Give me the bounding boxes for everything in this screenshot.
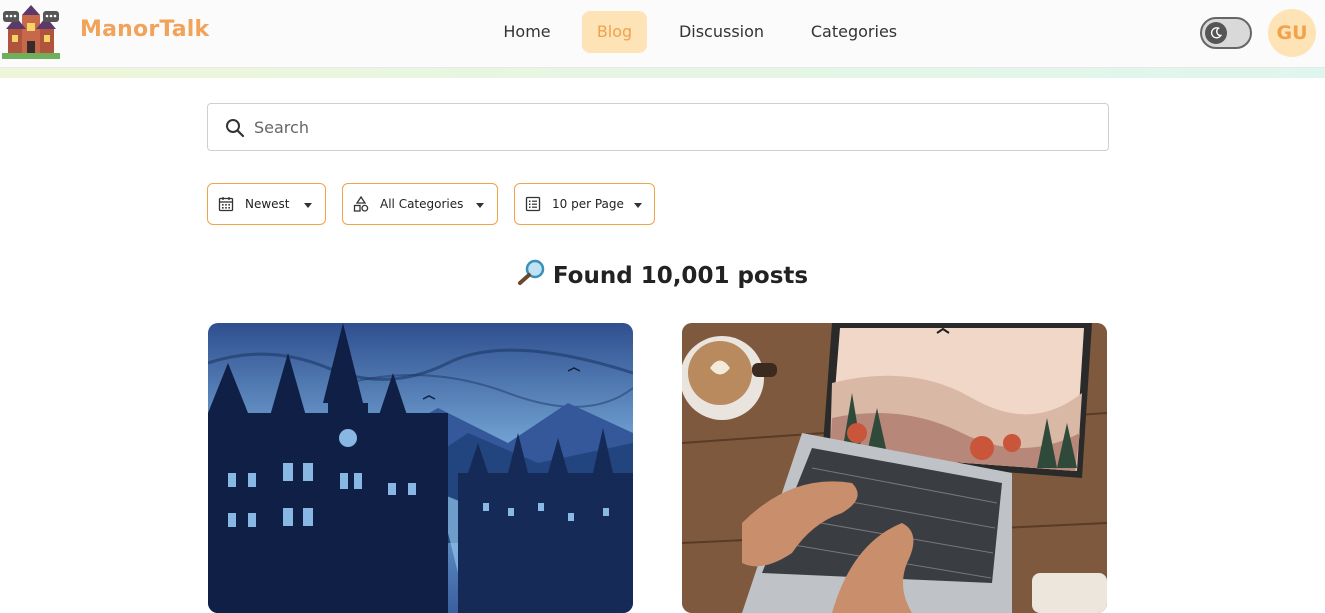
chevron-down-icon <box>634 203 642 208</box>
category-filter-dropdown[interactable]: All Categories <box>342 183 498 225</box>
nav-blog[interactable]: Blog <box>582 11 647 53</box>
top-navbar: ManorTalk Home Blog Discussion Categorie… <box>0 0 1325 68</box>
header-accent-strip <box>0 68 1325 78</box>
shapes-icon <box>353 195 369 212</box>
nav-categories[interactable]: Categories <box>800 11 908 53</box>
calendar-icon <box>218 196 234 212</box>
search-box[interactable] <box>207 103 1109 151</box>
gothic-castle-illustration <box>208 323 633 613</box>
per-page-filter-label: 10 per Page <box>552 197 624 211</box>
post-card-image[interactable] <box>682 323 1107 613</box>
sort-filter-label: Newest <box>245 197 290 211</box>
magnifier-icon <box>517 258 547 292</box>
manor-logo-icon[interactable] <box>2 3 60 59</box>
list-icon <box>525 196 541 212</box>
per-page-filter-dropdown[interactable]: 10 per Page <box>514 183 655 225</box>
moon-icon <box>1205 22 1227 44</box>
search-input[interactable] <box>254 104 1094 150</box>
theme-toggle[interactable] <box>1200 17 1252 49</box>
post-card-image[interactable] <box>208 323 633 613</box>
user-avatar[interactable]: GU <box>1268 9 1316 57</box>
chevron-down-icon <box>304 203 312 208</box>
results-count-heading: Found 10,001 posts <box>0 258 1325 292</box>
category-filter-label: All Categories <box>380 197 464 211</box>
brand-name[interactable]: ManorTalk <box>80 17 209 42</box>
nav-discussion[interactable]: Discussion <box>668 11 775 53</box>
results-count-text: Found 10,001 posts <box>552 263 809 289</box>
search-icon <box>224 117 246 139</box>
nav-home[interactable]: Home <box>491 11 563 53</box>
chevron-down-icon <box>476 203 484 208</box>
sort-filter-dropdown[interactable]: Newest <box>207 183 326 225</box>
laptop-typing-illustration <box>682 323 1107 613</box>
